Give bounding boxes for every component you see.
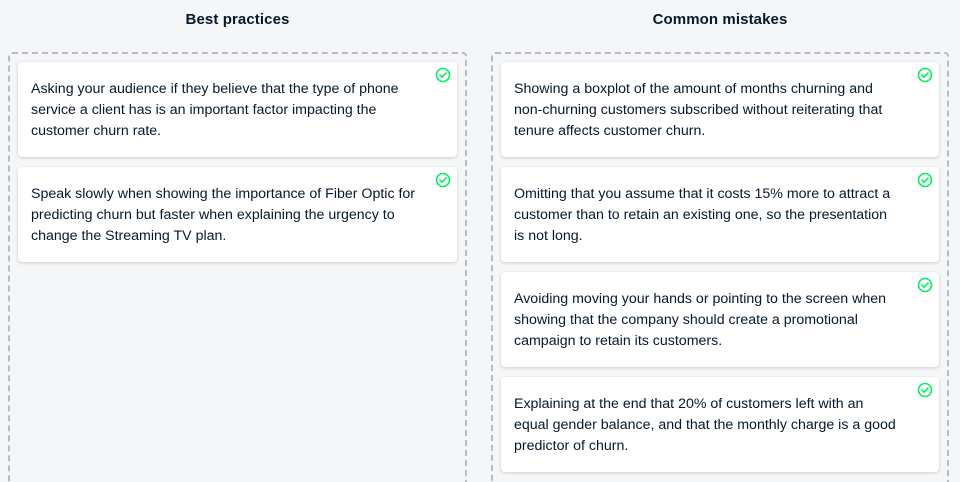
best-practice-card[interactable]: Asking your audience if they believe tha… — [18, 62, 457, 157]
card-text: Speak slowly when showing the importance… — [31, 186, 416, 244]
common-mistake-card[interactable]: Showing a boxplot of the amount of month… — [501, 62, 939, 157]
card-text: Explaining at the end that 20% of custom… — [514, 396, 896, 454]
check-circle-icon — [917, 172, 933, 188]
common-mistake-card[interactable]: Omitting that you assume that it costs 1… — [501, 167, 939, 262]
check-circle-icon — [917, 67, 933, 83]
column-title-best-practices: Best practices — [185, 11, 290, 28]
card-text: Showing a boxplot of the amount of month… — [514, 81, 883, 139]
check-circle-icon — [917, 277, 933, 293]
best-practice-card[interactable]: Speak slowly when showing the importance… — [18, 167, 457, 262]
common-mistake-card[interactable]: Avoiding moving your hands or pointing t… — [501, 272, 939, 367]
card-text: Asking your audience if they believe tha… — [31, 81, 399, 139]
common-mistake-card[interactable]: Explaining at the end that 20% of custom… — [501, 377, 939, 472]
card-text: Omitting that you assume that it costs 1… — [514, 186, 891, 244]
check-circle-icon — [435, 67, 451, 83]
check-circle-icon — [435, 172, 451, 188]
card-text: Avoiding moving your hands or pointing t… — [514, 291, 886, 349]
drag-and-drop-board: Best practices Common mistakes Asking yo… — [0, 0, 960, 482]
column-title-common-mistakes: Common mistakes — [652, 11, 788, 28]
check-circle-icon — [917, 382, 933, 398]
